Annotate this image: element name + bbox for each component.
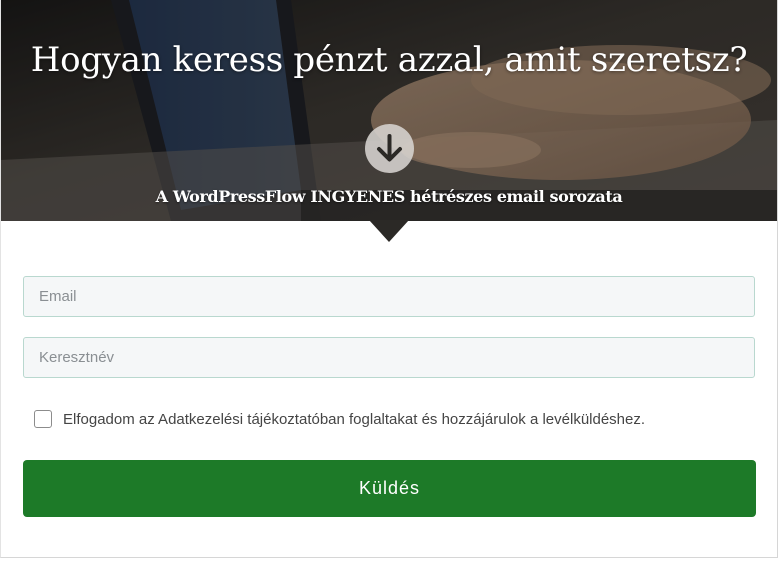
consent-row: Elfogadom az Adatkezelési tájékoztatóban… [34,408,645,430]
consent-checkbox[interactable] [34,410,52,428]
consent-label: Elfogadom az Adatkezelési tájékoztatóban… [63,410,646,428]
arrow-down-circle-icon [377,134,402,162]
submit-button[interactable]: Küldés [23,460,756,517]
hero-subtitle: A WordPressFlow INGYENES hétrészes email… [155,187,623,206]
hero-banner: Hogyan keress pénzt azzal, amit szeretsz… [1,0,777,221]
first-name-field[interactable] [23,337,755,378]
page-title: Hogyan keress pénzt azzal, amit szeretsz… [30,40,748,80]
scroll-down-button[interactable] [365,124,414,173]
hero-pointer [369,220,409,242]
email-field[interactable] [23,276,755,317]
signup-card: Hogyan keress pénzt azzal, amit szeretsz… [0,0,778,558]
